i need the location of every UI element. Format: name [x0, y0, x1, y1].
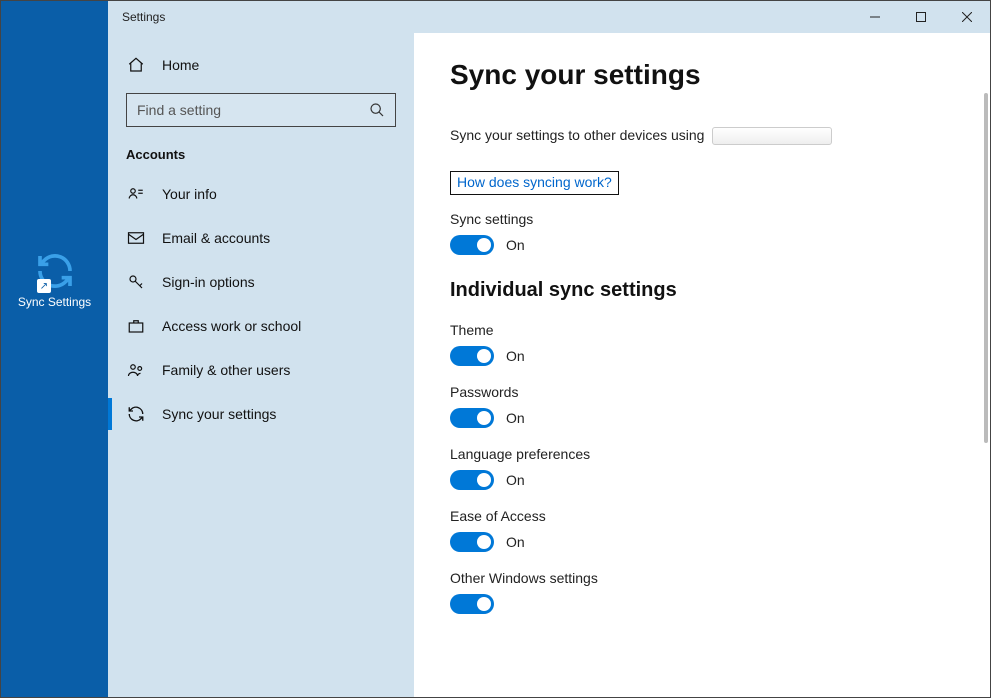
toggle-state: On	[506, 237, 525, 253]
close-button[interactable]	[944, 1, 990, 33]
mail-icon	[126, 228, 146, 248]
toggle-switch[interactable]	[450, 532, 494, 552]
toggle-switch[interactable]	[450, 594, 494, 614]
toggle-state: On	[506, 348, 525, 364]
sync-icon	[126, 404, 146, 424]
titlebar: Settings	[108, 1, 990, 33]
toggle-switch[interactable]	[450, 235, 494, 255]
toggle-switch[interactable]	[450, 470, 494, 490]
sidebar-item-access-work-school[interactable]: Access work or school	[108, 304, 414, 348]
sidebar-item-label: Sync your settings	[162, 406, 276, 422]
sidebar-item-email-accounts[interactable]: Email & accounts	[108, 216, 414, 260]
shortcut-arrow-icon: ↗	[37, 279, 51, 293]
sidebar-section-heading: Accounts	[108, 141, 414, 172]
window-title: Settings	[108, 10, 165, 24]
toggle-ease-of-access: Ease of Access On	[450, 508, 982, 552]
sidebar-item-label: Family & other users	[162, 362, 290, 378]
toggle-label: Theme	[450, 322, 982, 338]
sidebar-home-label: Home	[162, 57, 199, 73]
link-text[interactable]: How does syncing work?	[457, 174, 612, 190]
toggle-label: Sync settings	[450, 211, 982, 227]
key-icon	[126, 272, 146, 292]
toggle-label: Other Windows settings	[450, 570, 982, 586]
toggle-switch[interactable]	[450, 408, 494, 428]
how-does-syncing-work-link[interactable]: How does syncing work?	[450, 171, 619, 195]
sidebar-item-label: Sign-in options	[162, 274, 255, 290]
toggle-passwords: Passwords On	[450, 384, 982, 428]
content-area: Sync your settings Sync your settings to…	[414, 33, 982, 697]
toggle-state: On	[506, 534, 525, 550]
briefcase-icon	[126, 316, 146, 336]
toggle-state: On	[506, 410, 525, 426]
desktop-background: ↗ Sync Settings	[1, 1, 108, 697]
sidebar-item-family-other-users[interactable]: Family & other users	[108, 348, 414, 392]
minimize-button[interactable]	[852, 1, 898, 33]
toggle-other-windows-settings: Other Windows settings	[450, 570, 982, 614]
section-heading: Individual sync settings	[450, 279, 982, 302]
sidebar-item-signin-options[interactable]: Sign-in options	[108, 260, 414, 304]
search-input[interactable]	[137, 102, 369, 118]
scrollbar-thumb[interactable]	[984, 93, 988, 443]
desktop-shortcut-sync-settings[interactable]: ↗ Sync Settings	[1, 251, 108, 309]
toggle-sync-settings: Sync settings On	[450, 211, 982, 255]
main-panel: Sync your settings Sync your settings to…	[414, 33, 990, 697]
search-box[interactable]	[126, 93, 396, 127]
sidebar: Home Accounts Your info	[108, 33, 414, 697]
toggle-switch[interactable]	[450, 346, 494, 366]
sidebar-home[interactable]: Home	[108, 43, 414, 87]
page-title: Sync your settings	[450, 59, 982, 91]
sidebar-item-sync-your-settings[interactable]: Sync your settings	[108, 392, 414, 436]
toggle-label: Passwords	[450, 384, 982, 400]
toggle-theme: Theme On	[450, 322, 982, 366]
maximize-button[interactable]	[898, 1, 944, 33]
sync-description: Sync your settings to other devices usin…	[450, 127, 982, 145]
toggle-state: On	[506, 472, 525, 488]
sidebar-item-your-info[interactable]: Your info	[108, 172, 414, 216]
sidebar-item-label: Email & accounts	[162, 230, 270, 246]
desktop-shortcut-label: Sync Settings	[1, 295, 108, 309]
toggle-label: Ease of Access	[450, 508, 982, 524]
toggle-language-preferences: Language preferences On	[450, 446, 982, 490]
sidebar-item-label: Your info	[162, 186, 217, 202]
scrollbar[interactable]	[982, 33, 990, 697]
settings-window: Settings Home	[108, 1, 990, 697]
toggle-label: Language preferences	[450, 446, 982, 462]
account-name-redacted	[712, 127, 832, 145]
person-card-icon	[126, 184, 146, 204]
sidebar-item-label: Access work or school	[162, 318, 301, 334]
home-icon	[126, 55, 146, 75]
search-icon	[369, 102, 385, 118]
people-icon	[126, 360, 146, 380]
